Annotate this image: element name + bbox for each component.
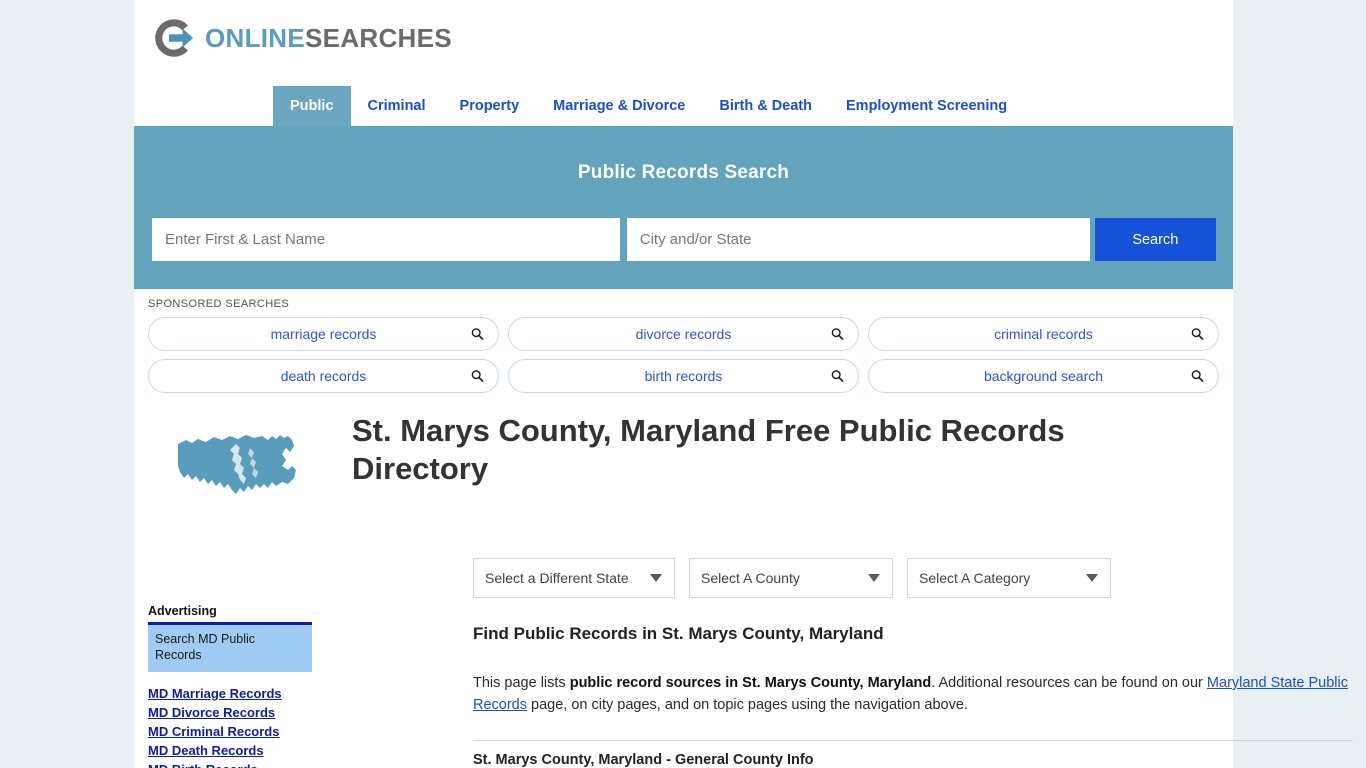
sponsored-searches-section: SPONSORED SEARCHES marriage records divo… (134, 289, 1233, 393)
sponsored-pill-label: death records (280, 368, 367, 384)
state-select-value: Select a Different State (485, 570, 629, 586)
tab-property[interactable]: Property (443, 86, 537, 126)
public-records-search-panel: Public Records Search Search (134, 126, 1233, 289)
filter-dropdowns: Select a Different State Select A County… (473, 558, 1111, 598)
sponsored-pill-label: divorce records (635, 326, 732, 342)
advertising-label: Advertising (148, 604, 217, 618)
magnifier-icon (1191, 370, 1204, 383)
paragraph-text-1: This page lists (473, 675, 570, 691)
sidebar-link-md-birth-records[interactable]: MD Birth Records (148, 762, 312, 768)
sidebar-link-md-marriage-records[interactable]: MD Marriage Records (148, 686, 312, 701)
page-title-block: St. Marys County, Maryland Free Public R… (134, 412, 1233, 494)
logo-wordmark: ONLINESEARCHES (205, 25, 452, 51)
tab-marriage-divorce[interactable]: Marriage & Divorce (536, 86, 702, 126)
magnifier-icon (831, 328, 844, 341)
general-county-info-heading: St. Marys County, Maryland - General Cou… (473, 752, 814, 768)
chevron-down-icon (868, 574, 880, 582)
chevron-down-icon (650, 574, 662, 582)
sidebar-link-md-criminal-records[interactable]: MD Criminal Records (148, 724, 312, 739)
paragraph-text-2: . Additional resources can be found on o… (931, 675, 1207, 691)
sidebar-links-list: MD Marriage Records MD Divorce Records M… (148, 686, 312, 768)
county-select-value: Select A County (701, 570, 800, 586)
category-select-value: Select A Category (919, 570, 1031, 586)
sponsored-pill-label: background search (983, 368, 1104, 384)
paragraph-bold-phrase: public record sources in St. Marys Count… (569, 675, 932, 691)
content-divider (473, 740, 1353, 741)
sponsored-pill-death-records[interactable]: death records (148, 359, 499, 393)
left-sidebar: Advertising Search MD Public Records MD … (148, 604, 312, 768)
sponsored-pill-divorce-records[interactable]: divorce records (508, 317, 859, 351)
sponsored-pill-birth-records[interactable]: birth records (508, 359, 859, 393)
magnifier-icon (471, 370, 484, 383)
search-location-input[interactable] (626, 218, 1090, 261)
sponsored-pill-marriage-records[interactable]: marriage records (148, 317, 499, 351)
sponsored-pill-criminal-records[interactable]: criminal records (868, 317, 1219, 351)
county-select[interactable]: Select A County (689, 558, 893, 598)
tab-criminal[interactable]: Criminal (351, 86, 443, 126)
circle-arrow-right-icon (155, 19, 193, 57)
magnifier-icon (471, 328, 484, 341)
main-navigation: Public Criminal Property Marriage & Divo… (134, 86, 1233, 126)
site-logo[interactable]: ONLINESEARCHES (152, 16, 452, 60)
sponsored-pill-label: criminal records (994, 326, 1093, 342)
sponsored-pill-label: marriage records (270, 326, 377, 342)
magnifier-icon (1191, 328, 1204, 341)
category-select[interactable]: Select A Category (907, 558, 1111, 598)
section-heading: Find Public Records in St. Marys County,… (473, 624, 884, 643)
tab-public[interactable]: Public (273, 86, 351, 126)
sidebar-link-md-divorce-records[interactable]: MD Divorce Records (148, 705, 312, 720)
tab-employment-screening[interactable]: Employment Screening (829, 86, 1024, 126)
sponsored-searches-grid: marriage records divorce records crimina… (148, 317, 1219, 393)
page-root: ONLINESEARCHES Public Criminal Property … (0, 0, 1366, 768)
site-header: ONLINESEARCHES (134, 0, 1233, 84)
sidebar-link-md-death-records[interactable]: MD Death Records (148, 743, 312, 758)
search-panel-title: Public Records Search (577, 162, 790, 183)
logo-word-searches: SEARCHES (305, 23, 452, 53)
maryland-state-map-icon (178, 435, 296, 494)
logo-word-online: ONLINE (205, 23, 306, 53)
chevron-down-icon (1086, 574, 1098, 582)
intro-paragraph: This page lists public record sources in… (473, 672, 1353, 717)
ad-search-md-public-records[interactable]: Search MD Public Records (148, 622, 312, 672)
search-name-input[interactable] (152, 218, 620, 261)
search-form: Search (152, 218, 1217, 261)
sponsored-pill-label: birth records (644, 368, 723, 384)
paragraph-text-3: page, on city pages, and on topic pages … (527, 697, 968, 714)
tab-birth-death[interactable]: Birth & Death (702, 86, 829, 126)
search-submit-button[interactable]: Search (1094, 218, 1217, 261)
state-select[interactable]: Select a Different State (473, 558, 675, 598)
main-content: Find Public Records in St. Marys County,… (473, 624, 1353, 717)
sponsored-searches-label: SPONSORED SEARCHES (148, 298, 290, 310)
content-container: ONLINESEARCHES Public Criminal Property … (134, 0, 1353, 768)
sponsored-pill-background-search[interactable]: background search (868, 359, 1219, 393)
magnifier-icon (831, 370, 844, 383)
